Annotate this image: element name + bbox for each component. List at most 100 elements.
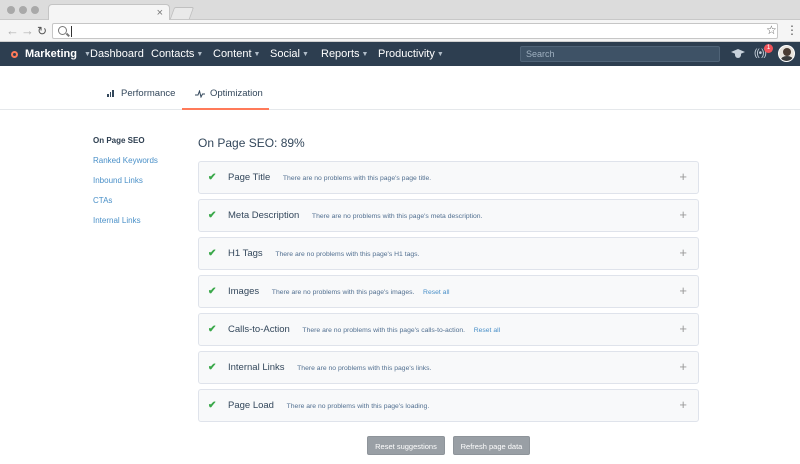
minimize-window-icon[interactable]	[19, 6, 27, 14]
chevron-down-icon: ▼	[301, 50, 309, 58]
check-message: There are no problems with this page's i…	[271, 289, 415, 296]
seo-check-internal-links[interactable]: ✔ Internal Links There are no problems w…	[198, 351, 699, 384]
page-title: On Page SEO: 89%	[198, 136, 305, 150]
expand-icon[interactable]: +	[679, 322, 687, 336]
browser-tab[interactable]: ×	[48, 4, 170, 21]
tab-optimization[interactable]: Optimization	[195, 88, 263, 99]
star-icon[interactable]: ☆	[766, 23, 777, 37]
check-icon: ✔	[208, 210, 217, 221]
tab-close-icon[interactable]: ×	[157, 6, 163, 20]
seo-check-row-1: Meta Description There are no problems w…	[228, 210, 482, 223]
browser-tab-strip: ×	[0, 0, 800, 21]
reload-icon[interactable]: ↻	[37, 22, 47, 40]
check-message: There are no problems with this page's p…	[282, 175, 432, 182]
check-icon: ✔	[208, 324, 217, 335]
reset-all-link[interactable]: Reset all	[423, 289, 449, 296]
sidebar-item-internal-links[interactable]: Internal Links	[93, 216, 193, 236]
chevron-down-icon: ▼	[196, 50, 204, 58]
nav-item-label: Dashboard	[90, 48, 144, 60]
nav-item-content[interactable]: Content ▼	[213, 42, 260, 66]
check-name: Images	[228, 286, 260, 297]
nav-item-label: Reports	[321, 48, 360, 60]
back-icon[interactable]: ←	[6, 22, 19, 40]
seo-check-row-5: Internal Links There are no problems wit…	[228, 362, 431, 375]
check-icon: ✔	[208, 248, 217, 259]
nav-item-contacts[interactable]: Contacts ▼	[151, 42, 203, 66]
brand-label: Marketing	[25, 48, 77, 60]
refresh-page-data-button[interactable]: Refresh page data	[453, 436, 530, 455]
zoom-window-icon[interactable]	[31, 6, 39, 14]
check-message: There are no problems with this page's m…	[311, 213, 483, 220]
brand-menu[interactable]: Marketing ▼	[8, 42, 91, 66]
check-name: Page Load	[228, 400, 274, 411]
check-name: Calls-to-Action	[228, 324, 290, 335]
nav-item-productivity[interactable]: Productivity ▼	[378, 42, 444, 66]
chevron-down-icon: ▼	[253, 50, 261, 58]
top-nav: Marketing ▼ Dashboard Contacts ▼ Content…	[0, 42, 800, 66]
forward-icon[interactable]: →	[21, 22, 34, 40]
more-vert-icon[interactable]: ⋮	[786, 23, 798, 37]
seo-check-calls-to-action[interactable]: ✔ Calls-to-Action There are no problems …	[198, 313, 699, 346]
sidebar: On Page SEO Ranked Keywords Inbound Link…	[93, 136, 193, 236]
tab-label: Optimization	[210, 88, 263, 99]
expand-icon[interactable]: +	[679, 284, 687, 298]
tab-label: Performance	[121, 88, 176, 99]
tab-performance[interactable]: Performance	[107, 88, 175, 99]
search-input[interactable]: Search	[520, 46, 720, 62]
bar-chart-icon	[107, 90, 116, 97]
text-cursor	[71, 26, 72, 37]
nav-item-label: Contacts	[151, 48, 195, 60]
academy-icon[interactable]	[731, 49, 745, 59]
nav-item-dashboard[interactable]: Dashboard	[90, 42, 144, 66]
check-name: H1 Tags	[228, 248, 263, 259]
check-name: Page Title	[228, 172, 271, 183]
seo-check-row-3: Images There are no problems with this p…	[228, 286, 449, 299]
seo-check-row-4: Calls-to-Action There are no problems wi…	[228, 324, 500, 337]
sidebar-item-ctas[interactable]: CTAs	[93, 196, 193, 216]
seo-check-row-6: Page Load There are no problems with thi…	[228, 400, 429, 413]
page-tabs: Performance Optimization	[0, 66, 800, 110]
check-message: There are no problems with this page's c…	[302, 327, 466, 334]
hubspot-logo-icon	[8, 48, 20, 60]
seo-check-images[interactable]: ✔ Images There are no problems with this…	[198, 275, 699, 308]
seo-check-h1-tags[interactable]: ✔ H1 Tags There are no problems with thi…	[198, 237, 699, 270]
seo-check-row-2: H1 Tags There are no problems with this …	[228, 248, 419, 261]
reset-suggestions-button[interactable]: Reset suggestions	[367, 436, 445, 455]
seo-check-page-load[interactable]: ✔ Page Load There are no problems with t…	[198, 389, 699, 422]
search-placeholder: Search	[526, 49, 555, 59]
check-message: There are no problems with this page's H…	[275, 251, 420, 258]
chevron-down-icon: ▼	[361, 50, 369, 58]
address-bar[interactable]	[52, 23, 778, 39]
nav-item-label: Productivity	[378, 48, 435, 60]
check-message: There are no problems with this page's l…	[297, 365, 432, 372]
check-icon: ✔	[208, 362, 217, 373]
check-icon: ✔	[208, 400, 217, 411]
seo-check-page-title[interactable]: ✔ Page Title There are no problems with …	[198, 161, 699, 194]
check-name: Internal Links	[228, 362, 285, 373]
nav-item-label: Content	[213, 48, 252, 60]
expand-icon[interactable]: +	[679, 246, 687, 260]
browser-toolbar: ← → ↻ ☆ ⋮	[0, 20, 800, 42]
seo-check-row-0: Page Title There are no problems with th…	[228, 172, 431, 185]
close-window-icon[interactable]	[7, 6, 15, 14]
reset-all-link[interactable]: Reset all	[474, 327, 500, 334]
check-message: There are no problems with this page's l…	[286, 403, 430, 410]
pulse-icon	[195, 89, 205, 98]
chevron-down-icon: ▼	[436, 50, 444, 58]
expand-icon[interactable]: +	[679, 360, 687, 374]
expand-icon[interactable]: +	[679, 398, 687, 412]
seo-check-list: ✔ Page Title There are no problems with …	[198, 161, 699, 427]
sidebar-item-inbound-links[interactable]: Inbound Links	[93, 176, 193, 196]
search-icon	[58, 26, 67, 35]
sidebar-item-ranked-keywords[interactable]: Ranked Keywords	[93, 156, 193, 176]
notification-badge: 1	[764, 44, 773, 53]
new-tab-button[interactable]	[169, 7, 195, 19]
sidebar-item-on-page-seo[interactable]: On Page SEO	[93, 136, 193, 156]
expand-icon[interactable]: +	[679, 208, 687, 222]
seo-check-meta-description[interactable]: ✔ Meta Description There are no problems…	[198, 199, 699, 232]
check-icon: ✔	[208, 172, 217, 183]
nav-item-social[interactable]: Social ▼	[270, 42, 309, 66]
expand-icon[interactable]: +	[679, 170, 687, 184]
nav-item-reports[interactable]: Reports ▼	[321, 42, 368, 66]
avatar[interactable]	[778, 45, 795, 62]
